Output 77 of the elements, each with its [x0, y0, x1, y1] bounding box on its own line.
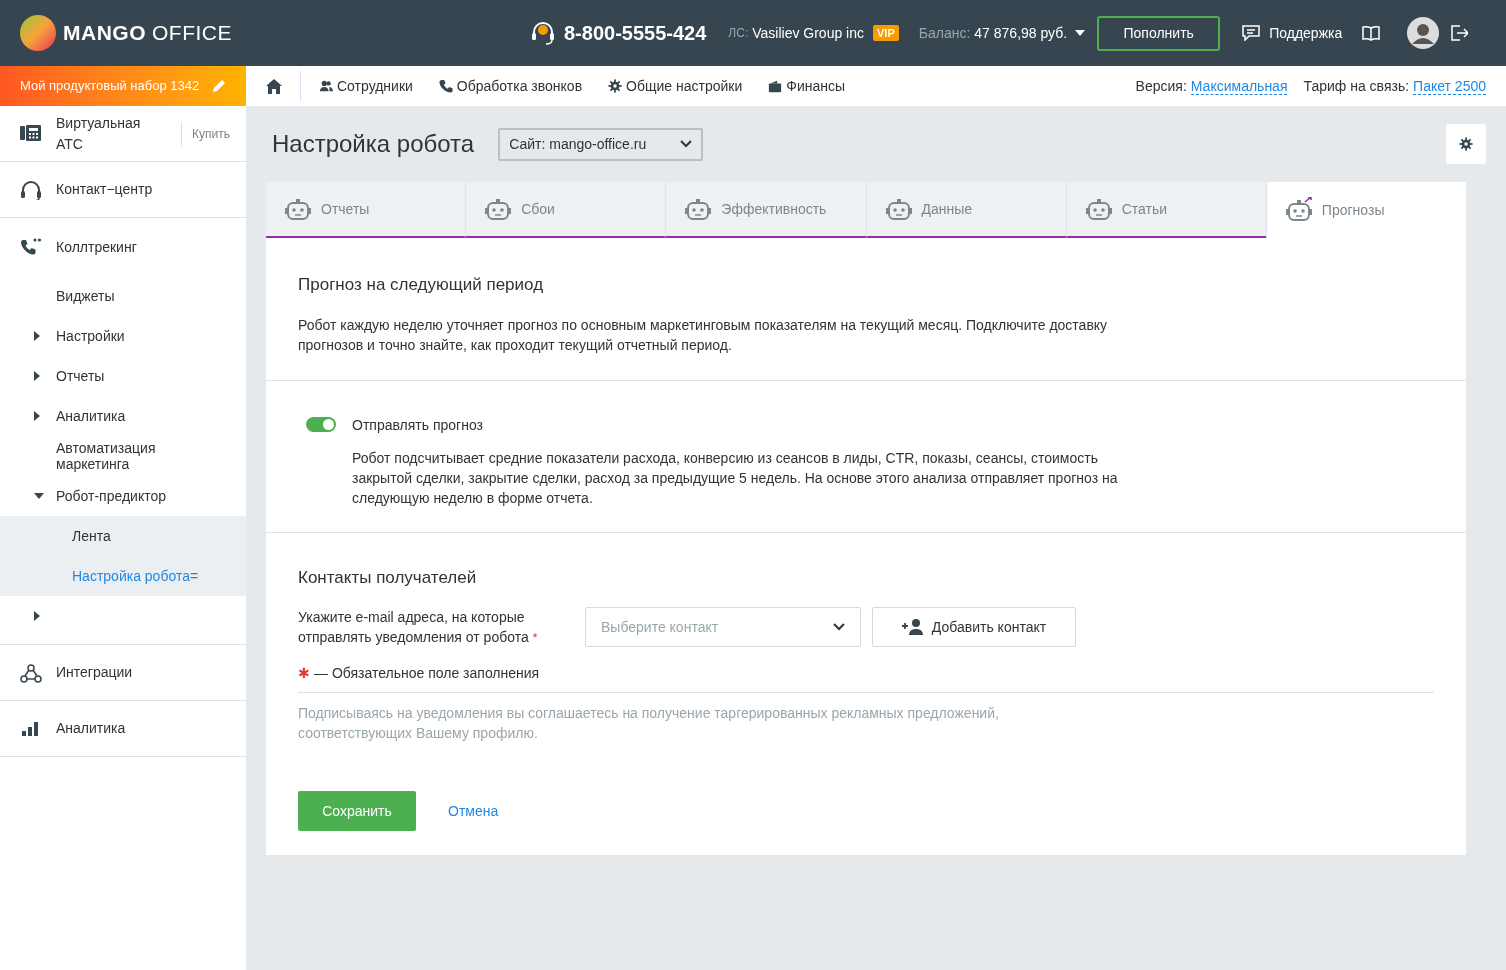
- robot-icon: [1284, 197, 1313, 223]
- site-select[interactable]: Сайт: mango-office.ru: [498, 127, 704, 161]
- toggle-switch[interactable]: [306, 416, 336, 432]
- caret-right-icon[interactable]: [34, 371, 40, 381]
- logout-icon[interactable]: [1450, 24, 1469, 42]
- product-set-name: Мой продуктовый набор 1342: [20, 77, 200, 96]
- section-heading: Контакты получателей: [298, 566, 478, 589]
- phone-stars-icon: [20, 237, 42, 257]
- intro-text: Робот каждую неделю уточняет прогноз по основным маркетинговым показателям на текущий месяц. Подключите доставку прогнозов и точно знайте, как проходит текущий отчетный период.: [298, 315, 1109, 355]
- required-mark: ✱: [298, 664, 310, 683]
- sidebar-item[interactable]: Автоматизация маркетинга: [0, 436, 246, 476]
- chat-icon: [1242, 25, 1261, 41]
- pbx-phone-icon: [20, 123, 42, 144]
- nav-link[interactable]: Общие настройки: [608, 75, 743, 97]
- users-icon: [319, 79, 333, 93]
- sidebar-item[interactable]: Коллтрекинг: [56, 236, 137, 258]
- support-link[interactable]: Поддержка: [1242, 22, 1343, 44]
- logo-circle-icon: [20, 15, 56, 51]
- pencil-icon: [212, 79, 226, 93]
- sidebar-item[interactable]: Контакт−центр: [56, 179, 153, 200]
- version-label: Версия:: [1135, 76, 1187, 96]
- topup-button[interactable]: Пополнить: [1097, 15, 1221, 51]
- sidebar-item[interactable]: Аналитика: [56, 718, 126, 739]
- robot-icon: [284, 196, 312, 222]
- version-link[interactable]: Максимальная: [1190, 77, 1288, 95]
- add-person-icon: [901, 619, 924, 635]
- headset-icon: [20, 179, 42, 200]
- network-icon: [20, 662, 42, 683]
- robot-icon: [884, 196, 913, 222]
- nav-link[interactable]: Обработка звонков: [438, 75, 583, 97]
- caret-right-icon[interactable]: [34, 331, 40, 341]
- wallet-icon: [768, 79, 783, 93]
- nav-link[interactable]: Финансы: [768, 75, 846, 97]
- home-icon[interactable]: [266, 78, 282, 94]
- sidebar-item[interactable]: Робот-предиктор: [0, 476, 246, 516]
- page-title: Настройка робота: [272, 129, 475, 159]
- gear-icon: [608, 79, 623, 93]
- logo-text: MANGO: [63, 20, 146, 47]
- book-icon[interactable]: [1362, 25, 1381, 41]
- sidebar-item[interactable]: Аналитика: [0, 396, 246, 436]
- phone-icon: [438, 79, 453, 93]
- add-contact-button[interactable]: Добавить контакт: [872, 607, 1076, 647]
- required-note: — Обязательное поле заполнения: [314, 664, 540, 683]
- robot-icon: [1084, 196, 1113, 222]
- nav-link[interactable]: Сотрудники: [319, 75, 413, 97]
- buy-link[interactable]: Купить: [192, 124, 230, 143]
- sidebar-item[interactable]: Лента: [0, 516, 246, 556]
- sidebar-item[interactable]: Настройки: [0, 316, 246, 356]
- tariff-label: Тариф на связь:: [1303, 76, 1410, 96]
- phone-number: 8-800-5555-424: [564, 21, 707, 46]
- chevron-down-icon: [833, 623, 845, 631]
- avatar-icon[interactable]: [1407, 17, 1440, 49]
- caret-down-icon[interactable]: [34, 493, 44, 499]
- vip-badge: VIP: [873, 25, 899, 41]
- chevron-down-icon: [680, 140, 693, 148]
- logo-text: OFFICE: [152, 20, 232, 47]
- disclaimer-text: Подписываясь на уведомления вы соглашаетесь на получение таргерированных рекламных предложений, соответствующих Вашему профилю.: [298, 704, 1000, 743]
- caret-icon: [1075, 30, 1086, 36]
- balance-dropdown[interactable]: Баланс: 47 876,98 руб.: [918, 22, 1086, 44]
- account-name: Vasiliev Group inc: [752, 23, 864, 43]
- caret-right-icon[interactable]: [34, 411, 40, 421]
- settings-icon: [1459, 137, 1473, 151]
- sidebar-item[interactable]: Интеграции: [56, 662, 133, 683]
- headset-icon: [530, 20, 556, 46]
- section-heading: Прогноз на следующий период: [298, 274, 545, 296]
- cancel-link[interactable]: Отмена: [448, 800, 499, 822]
- toggle-description: Робот подсчитывает средние показатели расхода, конверсию из сеансов в лиды, CTR, показы, сеансы, стоимость закрытой сделки, закрытие сделки, расход за предыдущие 5 недель. На основе этого анализа отправляет прогноз на следующую неделю в форме отчета.: [352, 448, 1119, 508]
- toggle-label: Отправлять прогноз: [352, 415, 484, 435]
- account-label: ЛС:: [728, 25, 749, 42]
- settings-button[interactable]: [1446, 124, 1486, 164]
- robot-icon: [484, 196, 513, 222]
- sidebar-item[interactable]: Виджеты: [0, 276, 246, 316]
- sidebar-item[interactable]: Виртуальная АТС: [56, 112, 172, 155]
- tariff-link[interactable]: Пакет 2500: [1413, 77, 1486, 95]
- sidebar-item[interactable]: Отчеты: [0, 356, 246, 396]
- caret-right-icon[interactable]: [34, 611, 40, 621]
- robot-icon: [684, 196, 713, 222]
